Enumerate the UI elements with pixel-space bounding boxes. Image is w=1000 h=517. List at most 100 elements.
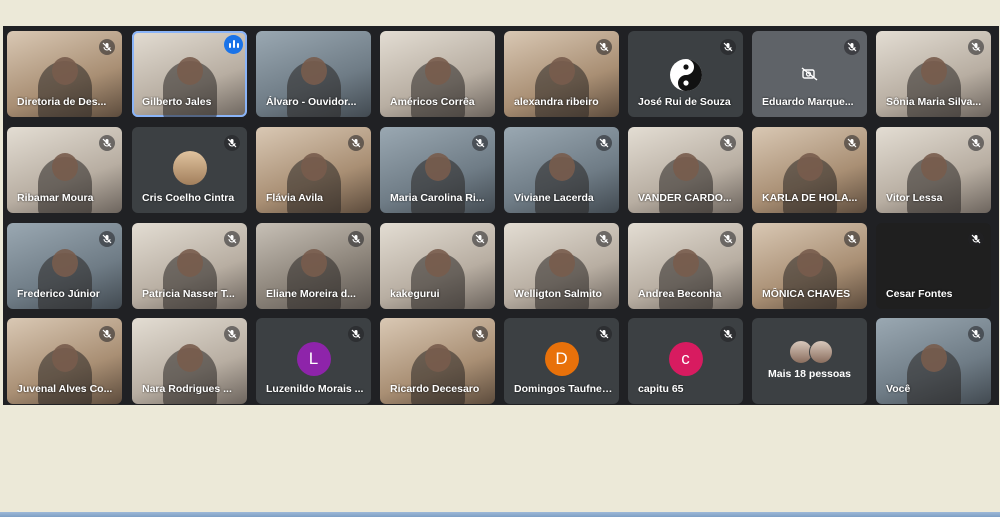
participant-video	[534, 153, 589, 213]
participant-name: capitu 65	[638, 383, 684, 395]
participant-name: Gilberto Jales	[142, 96, 212, 108]
participant-video	[37, 153, 92, 213]
participant-name: Américos Corrêa	[390, 96, 475, 108]
mic-muted-icon	[596, 326, 612, 342]
participant-initial-avatar: c	[668, 342, 703, 376]
mic-muted-icon	[348, 135, 364, 151]
participant-tile[interactable]: Viviane Lacerda	[504, 127, 619, 213]
mic-muted-icon	[596, 135, 612, 151]
participant-tile[interactable]: L Luzenildo Morais ...	[256, 318, 371, 404]
participant-tile[interactable]: Eduardo Marque...	[752, 31, 867, 117]
mic-muted-icon	[720, 135, 736, 151]
self-view-tile[interactable]: Você	[876, 318, 991, 404]
mic-muted-icon	[472, 231, 488, 247]
participant-tile[interactable]: Flávia Avila	[256, 127, 371, 213]
participant-initial-avatar: D	[544, 342, 579, 376]
mic-muted-icon	[844, 135, 860, 151]
participant-name: KARLA DE HOLA...	[762, 192, 858, 204]
participant-video	[286, 57, 341, 117]
participant-tile[interactable]: Nara Rodrigues ...	[132, 318, 247, 404]
participant-name: Maria Carolina Ri...	[390, 192, 485, 204]
participant-video	[658, 249, 713, 309]
participant-video	[162, 249, 217, 309]
participant-name: MÔNICA CHAVES	[762, 288, 851, 300]
participant-tile[interactable]: Welligton Salmito	[504, 223, 619, 309]
participant-video	[410, 344, 465, 404]
participant-video	[782, 249, 837, 309]
more-participants-tile[interactable]: Mais 18 pessoas	[752, 318, 867, 404]
mic-muted-icon	[720, 39, 736, 55]
participant-tile[interactable]: Américos Corrêa	[380, 31, 495, 117]
mic-muted-icon	[968, 231, 984, 247]
mic-muted-icon	[224, 231, 240, 247]
participant-video	[410, 153, 465, 213]
mic-muted-icon	[224, 326, 240, 342]
mic-muted-icon	[844, 39, 860, 55]
participant-name: Eduardo Marque...	[762, 96, 854, 108]
participant-name: Viviane Lacerda	[514, 192, 594, 204]
participant-tile[interactable]: Diretoria de Des...	[7, 31, 122, 117]
participant-video	[906, 153, 961, 213]
participant-video	[410, 57, 465, 117]
more-participants-label: Mais 18 pessoas	[768, 368, 851, 380]
participant-tile[interactable]: Cris Coelho Cintra	[132, 127, 247, 213]
participant-name: Vitor Lessa	[886, 192, 943, 204]
participant-tile[interactable]: Vitor Lessa	[876, 127, 991, 213]
participant-video	[906, 344, 961, 404]
participant-name: Você	[886, 383, 911, 395]
participant-tile[interactable]: MÔNICA CHAVES	[752, 223, 867, 309]
mic-muted-icon	[968, 135, 984, 151]
participant-tile[interactable]: Álvaro - Ouvidor...	[256, 31, 371, 117]
meeting-grid: Diretoria de Des... Gilberto Jales Álvar…	[3, 26, 999, 405]
participant-video	[286, 249, 341, 309]
participant-video	[658, 153, 713, 213]
participant-tile[interactable]: Andrea Beconha	[628, 223, 743, 309]
participant-tile[interactable]: kakegurui	[380, 223, 495, 309]
participant-tile[interactable]: Juvenal Alves Co...	[7, 318, 122, 404]
more-participants-avatars	[789, 340, 833, 364]
participant-tile[interactable]: Eliane Moreira d...	[256, 223, 371, 309]
participant-name: Ricardo Decesaro	[390, 383, 480, 395]
participant-name: Álvaro - Ouvidor...	[266, 96, 357, 108]
participant-name: Cesar Fontes	[886, 288, 953, 300]
participant-tile[interactable]: Maria Carolina Ri...	[380, 127, 495, 213]
participant-tile[interactable]: Ribamar Moura	[7, 127, 122, 213]
participant-tile[interactable]: Patricia Nasser T...	[132, 223, 247, 309]
avatar	[809, 340, 833, 364]
participant-tile[interactable]: Sônia Maria Silva...	[876, 31, 991, 117]
mic-muted-icon	[596, 231, 612, 247]
participant-tile[interactable]: alexandra ribeiro	[504, 31, 619, 117]
participant-name: VANDER CARDO...	[638, 192, 732, 204]
mic-muted-icon	[472, 135, 488, 151]
mic-muted-icon	[99, 326, 115, 342]
participant-tile-active-speaker[interactable]: Gilberto Jales	[132, 31, 247, 117]
participant-tile[interactable]: Cesar Fontes	[876, 223, 991, 309]
participant-tile[interactable]: KARLA DE HOLA...	[752, 127, 867, 213]
mic-muted-icon	[596, 39, 612, 55]
participant-name: Patricia Nasser T...	[142, 288, 235, 300]
mic-muted-icon	[472, 326, 488, 342]
participant-video	[410, 249, 465, 309]
participant-photo-avatar	[172, 151, 207, 185]
participant-video	[534, 57, 589, 117]
mic-muted-icon	[99, 39, 115, 55]
participant-name: Domingos Taufner...	[514, 383, 613, 395]
mic-muted-icon	[844, 231, 860, 247]
participant-video	[286, 153, 341, 213]
participant-video	[37, 249, 92, 309]
mic-muted-icon	[99, 135, 115, 151]
participant-name: Nara Rodrigues ...	[142, 383, 232, 395]
participant-tile[interactable]: Ricardo Decesaro	[380, 318, 495, 404]
participant-tile[interactable]: D Domingos Taufner...	[504, 318, 619, 404]
mic-muted-icon	[99, 231, 115, 247]
participant-tile[interactable]: VANDER CARDO...	[628, 127, 743, 213]
participant-tile[interactable]: Frederico Júnior	[7, 223, 122, 309]
participant-name: Ribamar Moura	[17, 192, 94, 204]
participant-video	[782, 153, 837, 213]
mic-muted-icon	[348, 326, 364, 342]
participant-tile[interactable]: c capitu 65	[628, 318, 743, 404]
participant-video	[906, 57, 961, 117]
participant-name: Flávia Avila	[266, 192, 324, 204]
participant-tile[interactable]: José Rui de Souza	[628, 31, 743, 117]
participant-name: Juvenal Alves Co...	[17, 383, 113, 395]
